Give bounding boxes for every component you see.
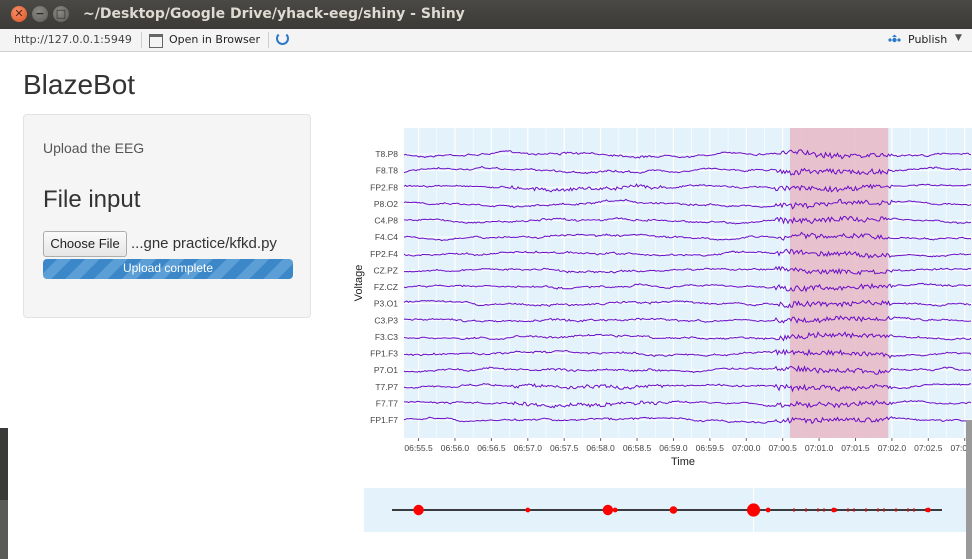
x-tick-label: 06:58.5 (623, 443, 652, 453)
open-in-browser-button[interactable]: Open in Browser (169, 33, 260, 46)
selected-file-name: ...gne practice/kfkd.py (131, 235, 277, 252)
channel-label: P3.O1 (374, 299, 398, 309)
window-edge (966, 420, 972, 559)
x-tick-label: 06:59.5 (696, 443, 725, 453)
channel-label: C3.P3 (374, 315, 398, 325)
file-input-heading: File input (43, 186, 141, 213)
open-browser-icon[interactable] (149, 34, 163, 48)
channel-label: F4.C4 (375, 232, 398, 242)
channel-label: F7.T7 (376, 398, 398, 408)
x-tick-label: 06:57.5 (550, 443, 579, 453)
channel-label: FP1.F3 (370, 349, 398, 359)
app-title: BlazeBot (23, 69, 136, 100)
channel-label: F3.C3 (375, 332, 398, 342)
x-tick-label: 06:56.0 (441, 443, 470, 453)
channel-label: FP2.F8 (370, 182, 398, 192)
refresh-icon[interactable] (276, 32, 289, 45)
x-tick-label: 07:02.5 (914, 443, 943, 453)
eeg-chart: T8.P8 F8.T8 FP2.F8 P8.O2 C4.P8 F4.C4 FP2.F4 CZ.… (353, 128, 972, 468)
event-marker (746, 503, 761, 517)
publish-button[interactable]: Publish (908, 33, 947, 46)
channel-label: F8.T8 (376, 166, 398, 176)
channel-label: P8.O2 (374, 199, 398, 209)
window-title: ~/Desktop/Google Drive/yhack-eeg/shiny -… (83, 6, 465, 22)
event-timeline-chart (364, 488, 972, 532)
x-tick-label: 07:02.0 (878, 443, 907, 453)
upload-label: Upload the EEG (43, 140, 145, 156)
channel-label: CZ.PZ (373, 265, 398, 275)
x-tick-label: 07:00.0 (732, 443, 761, 453)
x-tick-label: 06:59.0 (659, 443, 688, 453)
caret-down-icon[interactable]: ▼ (955, 33, 962, 43)
x-tick-label: 07:01.0 (805, 443, 834, 453)
x-tick-label: 06:57.0 (514, 443, 543, 453)
channel-label: T7.P7 (375, 382, 398, 392)
x-tick-label: 07:01.5 (841, 443, 870, 453)
publish-icon[interactable] (888, 34, 901, 46)
channel-label: T8.P8 (375, 149, 398, 159)
upload-progress-bar: Upload complete (43, 259, 293, 279)
event-marker (602, 504, 614, 516)
toolbar-divider (141, 32, 142, 48)
x-tick-label: 06:55.5 (404, 443, 433, 453)
event-marker (413, 504, 424, 516)
y-axis-label: Voltage (353, 265, 365, 302)
upload-status: Upload complete (122, 261, 214, 275)
x-axis-label: Time (671, 456, 695, 468)
window-titlebar: ✕ − □ ~/Desktop/Google Drive/yhack-eeg/s… (0, 0, 972, 29)
viewer-toolbar: http://127.0.0.1:5949 Open in Browser Pu… (0, 29, 972, 52)
channel-label: C4.P8 (374, 216, 398, 226)
event-marker (525, 507, 531, 513)
minimize-window-button[interactable]: − (32, 6, 48, 22)
event-marker (612, 507, 618, 513)
channel-label: FZ.CZ (374, 282, 398, 292)
event-marker (925, 507, 931, 513)
close-window-button[interactable]: ✕ (11, 6, 27, 22)
x-tick-label: 06:56.5 (477, 443, 506, 453)
window-edge (0, 500, 8, 559)
event-marker (831, 507, 837, 513)
event-marker (669, 506, 678, 514)
channel-label: FP2.F4 (370, 249, 398, 259)
maximize-window-button[interactable]: □ (53, 6, 69, 22)
x-tick-label: 06:58.0 (586, 443, 615, 453)
toolbar-divider (268, 32, 269, 48)
channel-label: FP1.F7 (370, 415, 398, 425)
url-field[interactable]: http://127.0.0.1:5949 (14, 33, 132, 46)
channel-label: P7.O1 (374, 365, 398, 375)
choose-file-button[interactable]: Choose File (43, 231, 127, 257)
event-marker (765, 507, 771, 513)
x-tick-label: 07:00.5 (768, 443, 797, 453)
